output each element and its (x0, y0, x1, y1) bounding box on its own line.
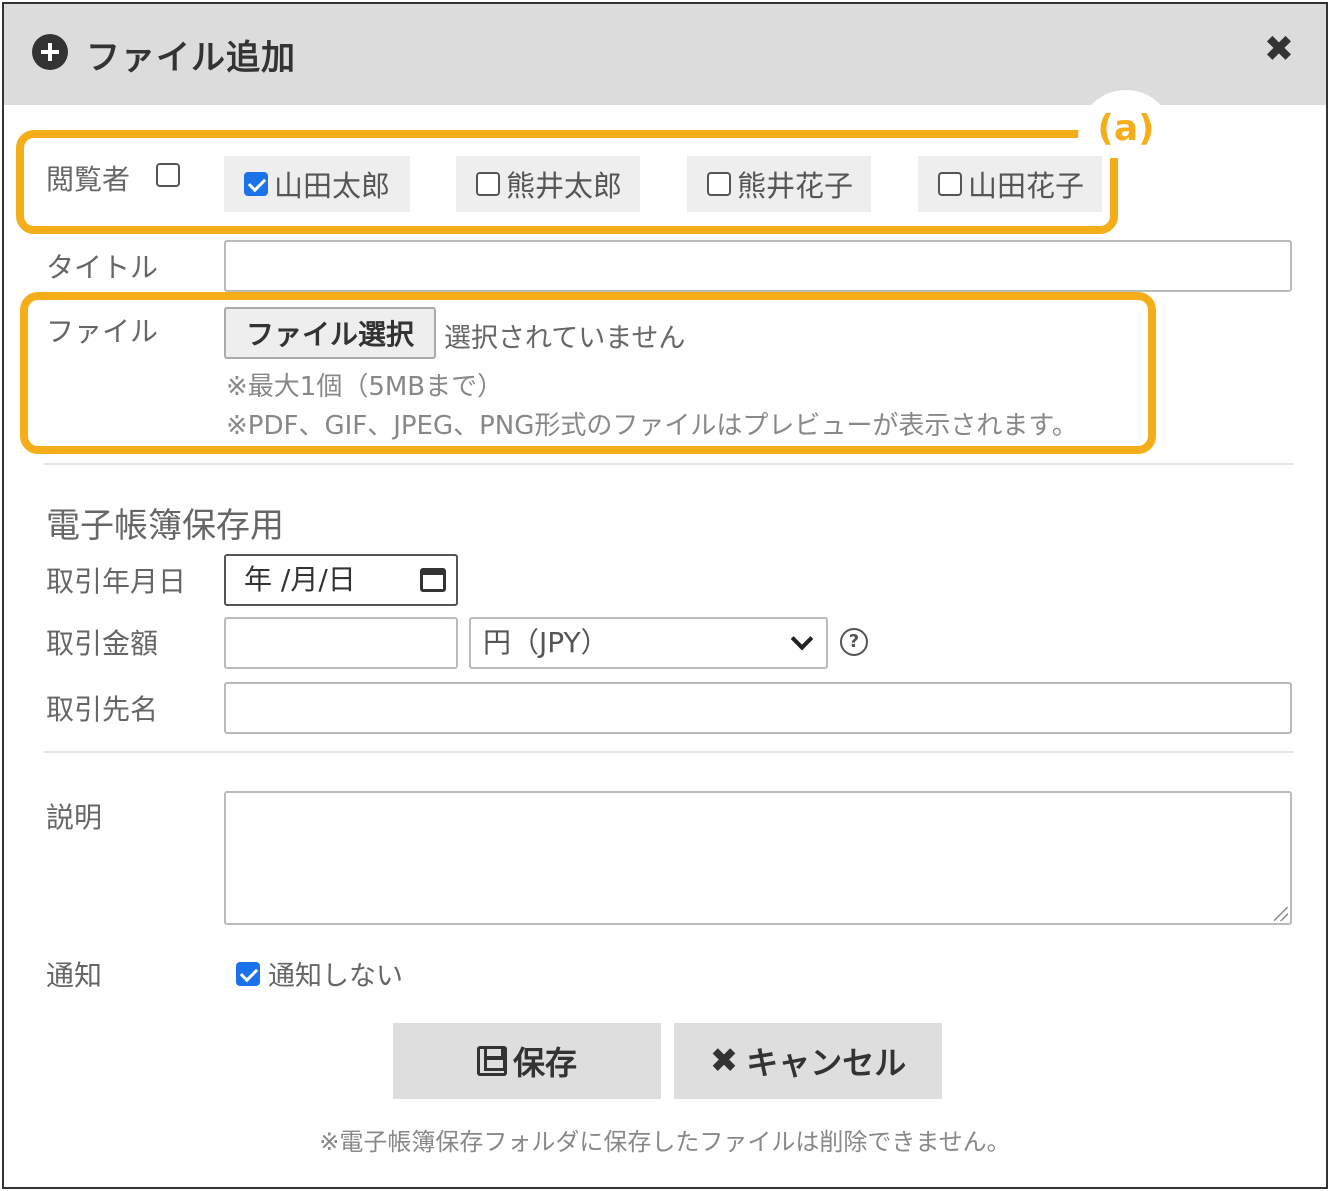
currency-select[interactable]: 円（JPY） (469, 617, 828, 669)
description-textarea[interactable] (224, 791, 1292, 925)
divider (44, 463, 1294, 465)
checkbox[interactable] (244, 172, 268, 196)
amount-input[interactable] (224, 617, 458, 669)
section-title: 電子帳簿保存用 (46, 506, 284, 546)
divider (44, 751, 1294, 753)
viewer-option[interactable]: 山田花子 (918, 156, 1102, 212)
file-note-max: ※最大1個（5MBまで） (226, 372, 504, 402)
file-note-preview: ※PDF、GIF、JPEG、PNG形式のファイルはプレビューが表示されます。 (226, 411, 1078, 441)
save-button[interactable]: 保存 (393, 1023, 661, 1099)
plus-circle-icon (32, 34, 68, 70)
cancel-button[interactable]: ✖ キャンセル (674, 1023, 942, 1099)
checkbox[interactable] (707, 172, 731, 196)
calendar-icon[interactable] (420, 568, 446, 592)
file-status: 選択されていません (444, 323, 686, 354)
client-name-input[interactable] (224, 682, 1292, 734)
close-icon[interactable]: ✖ (1264, 32, 1294, 68)
viewer-name: 山田太郎 (274, 169, 391, 203)
amount-label: 取引金額 (46, 627, 159, 660)
checkbox[interactable] (938, 172, 962, 196)
description-label: 説明 (46, 801, 103, 834)
checkbox[interactable] (476, 172, 500, 196)
viewers-all-checkbox[interactable] (156, 163, 180, 187)
viewer-option[interactable]: 熊井太郎 (456, 156, 640, 212)
file-select-button[interactable]: ファイル選択 (224, 307, 436, 359)
save-button-label: 保存 (512, 1044, 577, 1082)
viewers-label: 閲覧者 (46, 163, 131, 196)
resize-grip-icon[interactable] (1274, 907, 1288, 921)
file-add-dialog: ファイル追加 ✖ (a) 閲覧者 山田太郎 熊井太郎 熊井花子 山田花子 タイト… (2, 2, 1328, 1189)
save-icon (476, 1046, 507, 1076)
viewer-name: 熊井太郎 (506, 169, 623, 203)
date-placeholder: 年 /月/日 (244, 563, 356, 596)
close-icon: ✖ (709, 1041, 739, 1081)
file-label: ファイル (46, 315, 159, 348)
viewer-name: 熊井花子 (737, 169, 854, 203)
help-icon[interactable]: ? (840, 628, 868, 656)
title-input[interactable] (224, 240, 1292, 292)
viewer-option[interactable]: 山田太郎 (224, 156, 410, 212)
footer-note: ※電子帳簿保存フォルダに保存したファイルは削除できません。 (319, 1128, 1011, 1156)
currency-value: 円（JPY） (483, 626, 609, 659)
chevron-down-icon (790, 627, 814, 651)
client-label: 取引先名 (46, 693, 159, 726)
viewer-name: 山田花子 (968, 169, 1085, 203)
notify-checkbox[interactable] (236, 961, 260, 986)
notify-label: 通知 (46, 959, 103, 992)
transaction-date-input[interactable]: 年 /月/日 (224, 554, 458, 606)
viewer-option[interactable]: 熊井花子 (687, 156, 871, 212)
title-label: タイトル (46, 251, 159, 284)
notify-option[interactable]: 通知しない (236, 954, 403, 993)
notify-option-label: 通知しない (268, 961, 403, 992)
dialog-title: ファイル追加 (86, 38, 296, 78)
cancel-button-label: キャンセル (746, 1044, 907, 1082)
date-label: 取引年月日 (46, 565, 187, 598)
